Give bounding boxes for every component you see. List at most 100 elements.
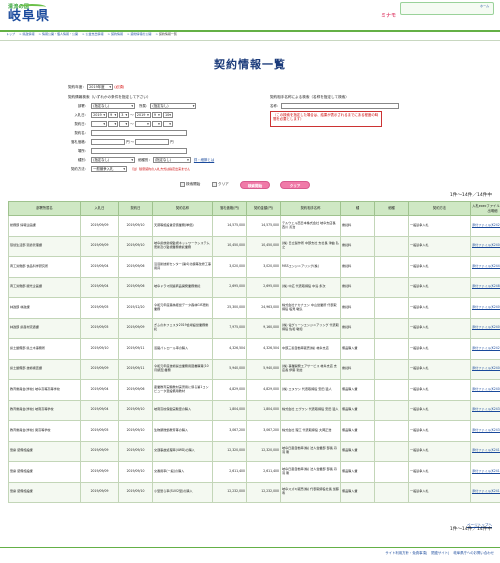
table-cell: 添付ファイル(K24090.pdf) [470,297,500,319]
table-cell: (株) 日立製作所 中部支社 支社長 津曲 弘之 [280,235,341,257]
table-cell: 2019/09/10 [118,461,153,483]
table-cell: 12,232,000 [246,481,281,503]
contract-date-from-day[interactable] [119,121,130,127]
footer-link[interactable]: サイト利用方針・免責事項 [385,551,426,555]
table-cell: 2019/09/10 [118,420,153,442]
attachment-link[interactable]: 添付ファイル(K24081.pdf) [472,325,500,330]
attachment-link[interactable]: 添付ファイル(K24090.pdf) [472,305,500,310]
table-cell [374,481,409,503]
table-cell: 環境生活部 環境管理課 [8,235,81,257]
gifu-logo[interactable]: 清流の国 岐阜県 [8,4,62,28]
table-cell: 産業教育実験教材実習用に係る第1コンピュータ室設備用教材 [152,379,213,401]
partner-name-input[interactable] [281,103,400,109]
attachment-link[interactable]: 添付ファイル(K24045.pdf) [472,366,500,371]
attachment-link[interactable]: 添付ファイル(K24044.pdf) [472,387,500,392]
contract-name-input[interactable] [91,130,188,136]
table-cell: 教育委員会(学校) 岐阜高等高等学校 [8,379,81,401]
attachment-link[interactable]: 添付ファイル(K24320.pdf) [472,407,500,412]
clear-button[interactable]: クリア [280,181,310,189]
table-cell: 12,320,000 [246,440,281,462]
type-select[interactable]: (指定なし) [91,157,136,163]
table-cell: 3,067,200 [246,420,281,442]
table-cell: 県土整備部 技術検査課 [8,358,81,380]
value: 9 [153,113,157,117]
table-row: 総務部 情報企画課 2019/09/09 2019/09/10 天幕等施設賃貸借業務(… [8,215,500,237]
dept-select[interactable]: (指定なし) [91,103,136,109]
table-row: 警察 装備施設課 2019/09/09 2019/09/10 交通事故処理車(4WD)… [8,440,500,462]
col-header: 契約名称 [152,201,213,216]
subtype-help-link[interactable]: 詳・細節とは [194,158,214,162]
attachment-link[interactable]: 添付ファイル(K24203.pdf) [472,223,500,228]
col-header: 落札価格(円) [212,201,247,216]
table-cell: 1,804,000 [212,399,247,421]
bid-date-from-year[interactable]: 2019 [91,112,108,118]
contract-date-to-year[interactable] [134,121,151,127]
col-header: 入札execファイル・閲覧支出明細 [470,201,500,216]
table-cell: 2019/09/09 [118,317,153,339]
attachment-link[interactable]: 添付ファイル(K24156.pdf) [472,489,500,494]
amount-to-input[interactable] [135,139,170,145]
contract-name-label: 契約名： [74,131,88,135]
dept-row: 部署： (指定なし) 所属： (指定なし) [68,103,197,109]
place-input[interactable] [91,148,188,154]
breadcrumb-item[interactable]: 契約情報の公開 [130,32,151,36]
table-cell [374,420,409,442]
office-value: (指定なし) [152,104,169,108]
subtype-select[interactable]: (指定なし) [152,157,191,163]
attachment-link[interactable]: 添付ファイル(K24154.pdf) [472,469,500,474]
bid-date-to-year[interactable]: 2019 [134,112,151,118]
table-cell: 添付ファイル(K24203.pdf) [470,215,500,237]
attachment-link[interactable]: 添付ファイル(K24432.pdf) [472,264,500,269]
table-cell: 4,326,504 [212,338,247,360]
contract-date-to-month[interactable] [151,121,162,127]
table-cell: 2019/09/04 [80,256,119,278]
method-row: 契約方法： 一般競争入札 （注）随意契約の入札方式は指定出来ません [68,166,190,172]
result-count-bottom: 1件～14件／14件中 [449,527,492,532]
table-cell [374,317,409,339]
table-cell [374,276,409,298]
place-label: 場所： [77,149,88,153]
contract-date-to-day[interactable] [162,121,173,127]
attachment-link[interactable]: 添付ファイル(K24264.pdf) [472,346,500,351]
bid-date-to-month[interactable]: 9 [151,112,162,118]
table-cell: 一般競争入札 [408,379,471,401]
home-link[interactable]: ホーム [480,4,489,9]
search-button[interactable]: 検索開始 [240,181,270,189]
table-cell: 令和元年度技術提出業務用図書購買(10月調査)業務 [152,358,213,380]
search-image-button[interactable]: 検索開始 [180,182,200,187]
table-cell: 2019/09/10 [118,215,153,237]
breadcrumb-item[interactable]: 県政情報 [22,32,34,36]
attachment-link[interactable]: 添付ファイル(K24155.pdf) [472,448,500,453]
bid-date-from-month[interactable]: 9 [108,112,119,118]
breadcrumb-item[interactable]: 契約情報 [111,32,123,36]
bid-date-to-day[interactable]: 10 [162,112,173,118]
table-cell: 備品購入費 [340,461,375,483]
bid-date-from-day[interactable]: 3 [119,112,130,118]
clear-image-button[interactable]: クリア [212,182,229,187]
breadcrumb-item[interactable]: トップ [6,32,15,36]
col-header: 種 [340,201,375,216]
breadcrumb-item[interactable]: 公金支出情報 [85,32,103,36]
contract-date-row: 契約日： ～ [68,121,173,127]
contract-date-from-year[interactable] [91,121,108,127]
table-header-row: 部署所属名 入札日 契約日 契約名称 落札価格(円) 契約金額(円) 契約相手名… [8,201,500,216]
contract-date-from-month[interactable] [108,121,119,127]
office-select[interactable]: (指定なし) [150,103,197,109]
amount-from-input[interactable] [91,139,126,145]
footer-link[interactable]: 関連サイト [431,551,448,555]
method-select[interactable]: 一般競争入札 [91,166,128,172]
table-row: 教育委員会(学校) 岐南高等学校 2019/09/04 2019/09/10 岐南高校… [8,399,500,421]
table-cell: 2019/09/09 [80,440,119,462]
table-row: 林政部 林政課 2019/09/05 2019/12/20 令和元年度森林経営データ森… [8,297,500,319]
type-value: (指定なし) [93,158,110,162]
table-cell: 添付ファイル(K24320.pdf) [470,399,500,421]
footer-link[interactable]: 岐阜県庁へのお問い合わせ [453,551,494,555]
table-cell: 5,940,000 [212,358,247,380]
attachment-link[interactable]: 添付ファイル(K24320.pdf) [472,428,500,433]
attachment-link[interactable]: 添付ファイル(K24880.pdf) [472,284,500,289]
attachment-link[interactable]: 添付ファイル(K24047.pdf) [472,243,500,248]
fiscal-year-select[interactable]: 2019年度 [87,84,114,90]
table-cell: 岐南高校保健実験室の購入 [152,399,213,421]
breadcrumb-item[interactable]: 情報公開・個人情報・公開 [42,32,78,36]
table-cell: 2019/09/09 [80,215,119,237]
